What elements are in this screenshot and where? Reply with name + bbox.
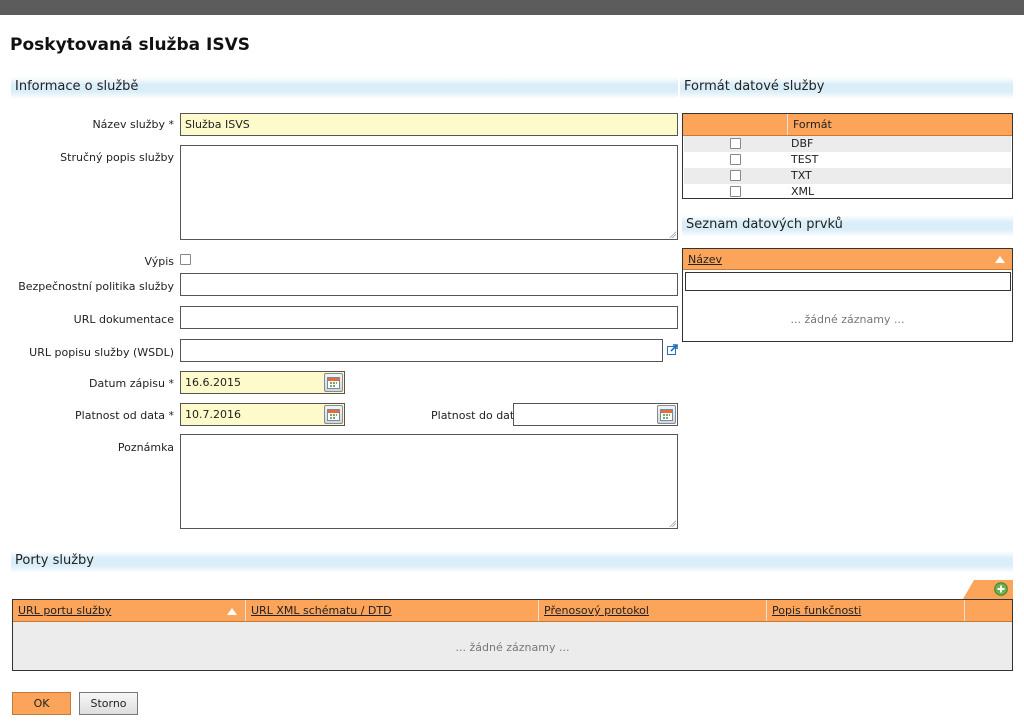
name-filter-input[interactable]	[685, 272, 1011, 291]
format-checkbox[interactable]	[730, 138, 741, 149]
format-row-label: XML	[791, 185, 815, 198]
calendar-icon[interactable]	[324, 405, 343, 424]
sort-ascending-icon[interactable]	[995, 256, 1005, 263]
schema-url-column-header: URL XML schématu / DTD	[245, 600, 538, 621]
data-elements-empty-message: ... žádné záznamy ...	[790, 313, 905, 326]
cancel-button[interactable]: Storno	[79, 692, 138, 715]
format-table: Formát DBF TEST TXT XML	[682, 113, 1013, 199]
note-textarea[interactable]	[180, 434, 678, 529]
valid-from-label: Platnost od data *	[75, 409, 174, 422]
ports-table: URL portu služby URL XML schématu / DTD …	[12, 599, 1013, 671]
top-bar	[0, 0, 1024, 15]
name-label: Název služby *	[92, 118, 174, 131]
wsdl-url-field[interactable]	[180, 339, 663, 362]
format-checkbox[interactable]	[730, 154, 741, 165]
section-info-header: Informace o službě	[11, 77, 678, 99]
format-checkbox[interactable]	[730, 170, 741, 181]
port-url-sort-link[interactable]: URL portu služby	[18, 604, 111, 617]
listing-label: Výpis	[144, 255, 174, 268]
format-row: XML	[684, 184, 1011, 200]
name-field[interactable]: Služba ISVS	[180, 113, 678, 136]
format-row: TEST	[684, 152, 1011, 168]
valid-to-label: Platnost do data	[431, 409, 521, 422]
doc-url-field[interactable]	[180, 306, 678, 329]
protocol-column-header: Přenosový protokol	[538, 600, 766, 621]
format-row-label: DBF	[791, 137, 814, 150]
data-elements-table-header[interactable]: Název	[683, 249, 1012, 270]
resize-grip-icon[interactable]	[669, 231, 676, 238]
calendar-icon[interactable]	[324, 373, 343, 392]
format-checkbox[interactable]	[730, 186, 741, 197]
ok-button[interactable]: OK	[12, 692, 71, 715]
valid-to-field[interactable]	[513, 403, 678, 426]
data-elements-table: Název ... žádné záznamy ...	[682, 248, 1013, 342]
listing-checkbox[interactable]	[180, 254, 191, 265]
note-label: Poznámka	[117, 441, 174, 454]
section-format-header: Formát datové služby	[680, 77, 1013, 99]
format-row: DBF	[684, 136, 1011, 152]
page-title: Poskytovaná služba ISVS	[10, 35, 250, 55]
format-table-header: Formát	[683, 114, 1012, 136]
sort-ascending-icon[interactable]	[227, 608, 237, 615]
security-policy-field[interactable]	[180, 273, 678, 296]
format-row-label: TXT	[791, 169, 812, 182]
name-column-header: Název	[683, 249, 983, 269]
schema-url-sort-link[interactable]: URL XML schématu / DTD	[251, 604, 392, 617]
valid-from-field[interactable]: 10.7.2016	[180, 403, 345, 426]
record-date-label: Datum zápisu *	[89, 377, 174, 390]
name-column-sort-link[interactable]: Název	[688, 253, 722, 266]
description-column-header: Popis funkčnosti	[766, 600, 964, 621]
protocol-sort-link[interactable]: Přenosový protokol	[544, 604, 649, 617]
wsdl-label: URL popisu služby (WSDL)	[29, 346, 174, 359]
external-link-icon[interactable]	[667, 344, 678, 355]
format-row-label: TEST	[791, 153, 819, 166]
short-desc-textarea[interactable]	[180, 145, 678, 240]
add-circle-icon[interactable]	[994, 582, 1008, 596]
actions-column-header	[964, 600, 1012, 621]
section-data-elements-header: Seznam datových prvků	[682, 215, 1013, 237]
format-check-column-header	[683, 114, 787, 135]
calendar-icon[interactable]	[657, 405, 676, 424]
resize-grip-icon[interactable]	[669, 520, 676, 527]
short-desc-label: Stručný popis služby	[60, 151, 174, 164]
format-column-header: Formát	[787, 114, 1012, 135]
security-label: Bezpečnostní politika služby	[18, 280, 174, 293]
ports-empty-message: ... žádné záznamy ...	[455, 641, 570, 654]
record-date-field[interactable]: 16.6.2015	[180, 371, 345, 394]
doc-url-label: URL dokumentace	[73, 313, 174, 326]
ports-table-header: URL portu služby URL XML schématu / DTD …	[13, 600, 1012, 622]
section-ports-header: Porty služby	[11, 551, 1013, 573]
format-row: TXT	[684, 168, 1011, 184]
description-sort-link[interactable]: Popis funkčnosti	[772, 604, 861, 617]
port-url-column-header: URL portu služby	[13, 600, 245, 621]
